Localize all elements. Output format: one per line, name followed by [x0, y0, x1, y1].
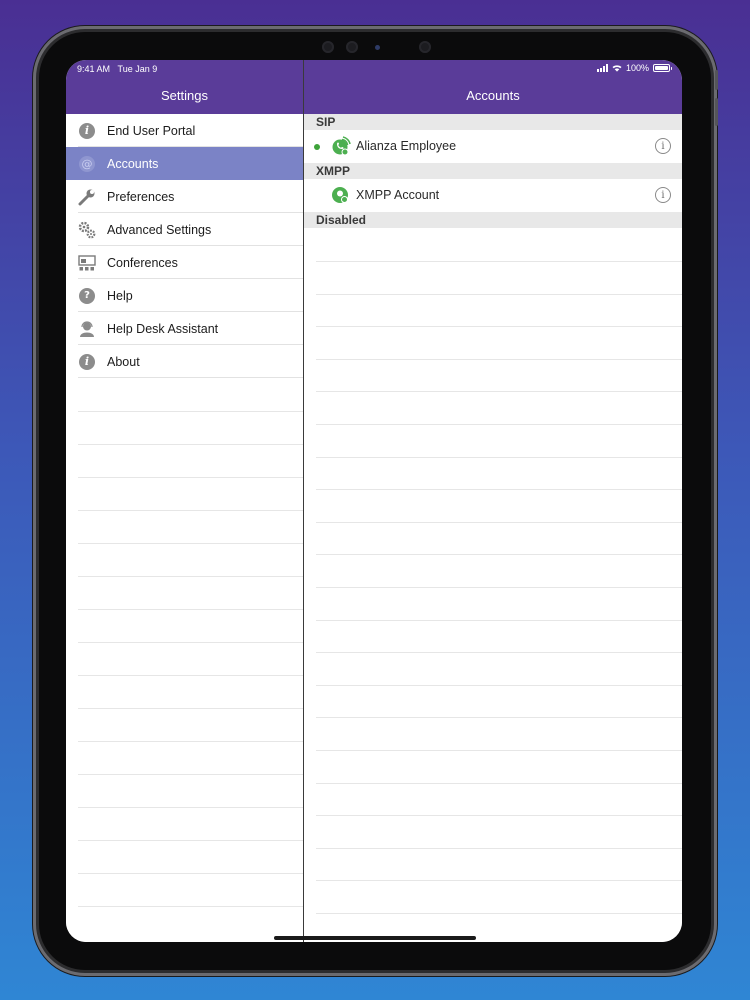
navigation-bar: 9:41 AM Tue Jan 9 100% Settings Accounts	[66, 60, 682, 114]
camera-icon	[346, 41, 358, 53]
row-separator	[78, 675, 303, 676]
row-separator	[78, 543, 303, 544]
settings-item-conferences[interactable]: Conferences	[66, 246, 303, 279]
row-separator	[316, 457, 682, 458]
row-separator	[316, 489, 682, 490]
row-separator	[78, 873, 303, 874]
row-separator	[78, 774, 303, 775]
row-separator	[316, 391, 682, 392]
row-separator	[316, 294, 682, 295]
registered-status-dot	[314, 144, 320, 150]
settings-item-label: Accounts	[107, 156, 159, 171]
status-indicators: 100%	[596, 63, 672, 73]
settings-item-help-desk-assistant[interactable]: Help Desk Assistant	[66, 312, 303, 345]
settings-item-help[interactable]: ? Help	[66, 279, 303, 312]
row-separator	[316, 522, 682, 523]
section-header-xmpp: XMPP	[304, 163, 682, 179]
svg-text:@: @	[82, 157, 93, 170]
row-separator	[78, 807, 303, 808]
camera-icon	[419, 41, 431, 53]
row-separator	[316, 880, 682, 881]
row-separator	[316, 717, 682, 718]
row-separator	[316, 554, 682, 555]
settings-item-accounts[interactable]: @ Accounts	[66, 147, 303, 180]
row-separator	[78, 477, 303, 478]
row-separator	[316, 783, 682, 784]
top-button	[715, 70, 718, 90]
row-separator	[316, 620, 682, 621]
help-icon: ?	[78, 287, 96, 305]
row-separator	[78, 741, 303, 742]
row-separator	[78, 840, 303, 841]
section-header-disabled: Disabled	[304, 212, 682, 228]
account-row-alianza-employee[interactable]: Alianza Employee i	[304, 130, 682, 163]
status-time: 9:41 AM Tue Jan 9	[77, 64, 158, 74]
account-row-xmpp-account[interactable]: XMPP Account i	[304, 179, 682, 212]
section-header-sip: SIP	[304, 114, 682, 130]
sip-account-icon	[332, 136, 351, 156]
row-separator	[78, 444, 303, 445]
screen: 9:41 AM Tue Jan 9 100% Settings Accounts…	[66, 60, 682, 942]
settings-title: Settings	[161, 88, 208, 103]
home-indicator	[274, 936, 476, 940]
settings-item-label: Advanced Settings	[107, 222, 212, 237]
account-label: Alianza Employee	[356, 139, 457, 153]
row-separator	[316, 750, 682, 751]
accounts-list: SIP Alianza Employee i XMPP XMPP Account…	[304, 114, 682, 942]
row-separator	[316, 848, 682, 849]
row-separator	[78, 510, 303, 511]
sensor-icon	[375, 45, 380, 50]
conference-icon	[78, 254, 96, 272]
row-separator	[78, 906, 303, 907]
settings-item-label: Preferences	[107, 189, 175, 204]
battery-icon	[653, 64, 672, 72]
gears-icon	[78, 221, 96, 239]
xmpp-account-icon	[332, 187, 348, 203]
settings-item-label: End User Portal	[107, 123, 196, 138]
headset-icon	[78, 320, 96, 338]
settings-list: i End User Portal @ Accounts Preferences…	[66, 114, 303, 942]
accounts-title: Accounts	[466, 88, 520, 103]
settings-item-advanced-settings[interactable]: Advanced Settings	[66, 213, 303, 246]
battery-percent: 100%	[625, 63, 649, 73]
row-separator	[316, 261, 682, 262]
at-icon: @	[78, 155, 96, 173]
info-icon: i	[78, 122, 96, 140]
settings-item-label: Conferences	[107, 255, 178, 270]
row-separator	[316, 587, 682, 588]
row-separator	[316, 815, 682, 816]
info-icon: i	[78, 353, 96, 371]
row-separator	[316, 359, 682, 360]
row-separator	[78, 609, 303, 610]
settings-item-label: About	[107, 354, 140, 369]
row-separator	[316, 913, 682, 914]
settings-item-label: Help	[107, 288, 133, 303]
settings-item-about[interactable]: i About	[66, 345, 303, 378]
account-label: XMPP Account	[356, 188, 440, 202]
settings-item-label: Help Desk Assistant	[107, 321, 219, 336]
row-separator	[316, 424, 682, 425]
row-separator	[316, 685, 682, 686]
cellular-signal-icon	[596, 64, 608, 72]
row-separator	[78, 708, 303, 709]
info-button-icon[interactable]: i	[655, 138, 671, 154]
row-separator	[316, 326, 682, 327]
row-separator	[316, 652, 682, 653]
wifi-icon	[612, 65, 622, 72]
camera-icon	[322, 41, 334, 53]
volume-button	[715, 98, 718, 126]
wrench-icon	[78, 188, 96, 206]
row-separator	[78, 576, 303, 577]
settings-item-preferences[interactable]: Preferences	[66, 180, 303, 213]
row-separator	[78, 411, 303, 412]
row-separator	[78, 642, 303, 643]
info-button-icon[interactable]: i	[655, 187, 671, 203]
settings-item-end-user-portal[interactable]: i End User Portal	[66, 114, 303, 147]
